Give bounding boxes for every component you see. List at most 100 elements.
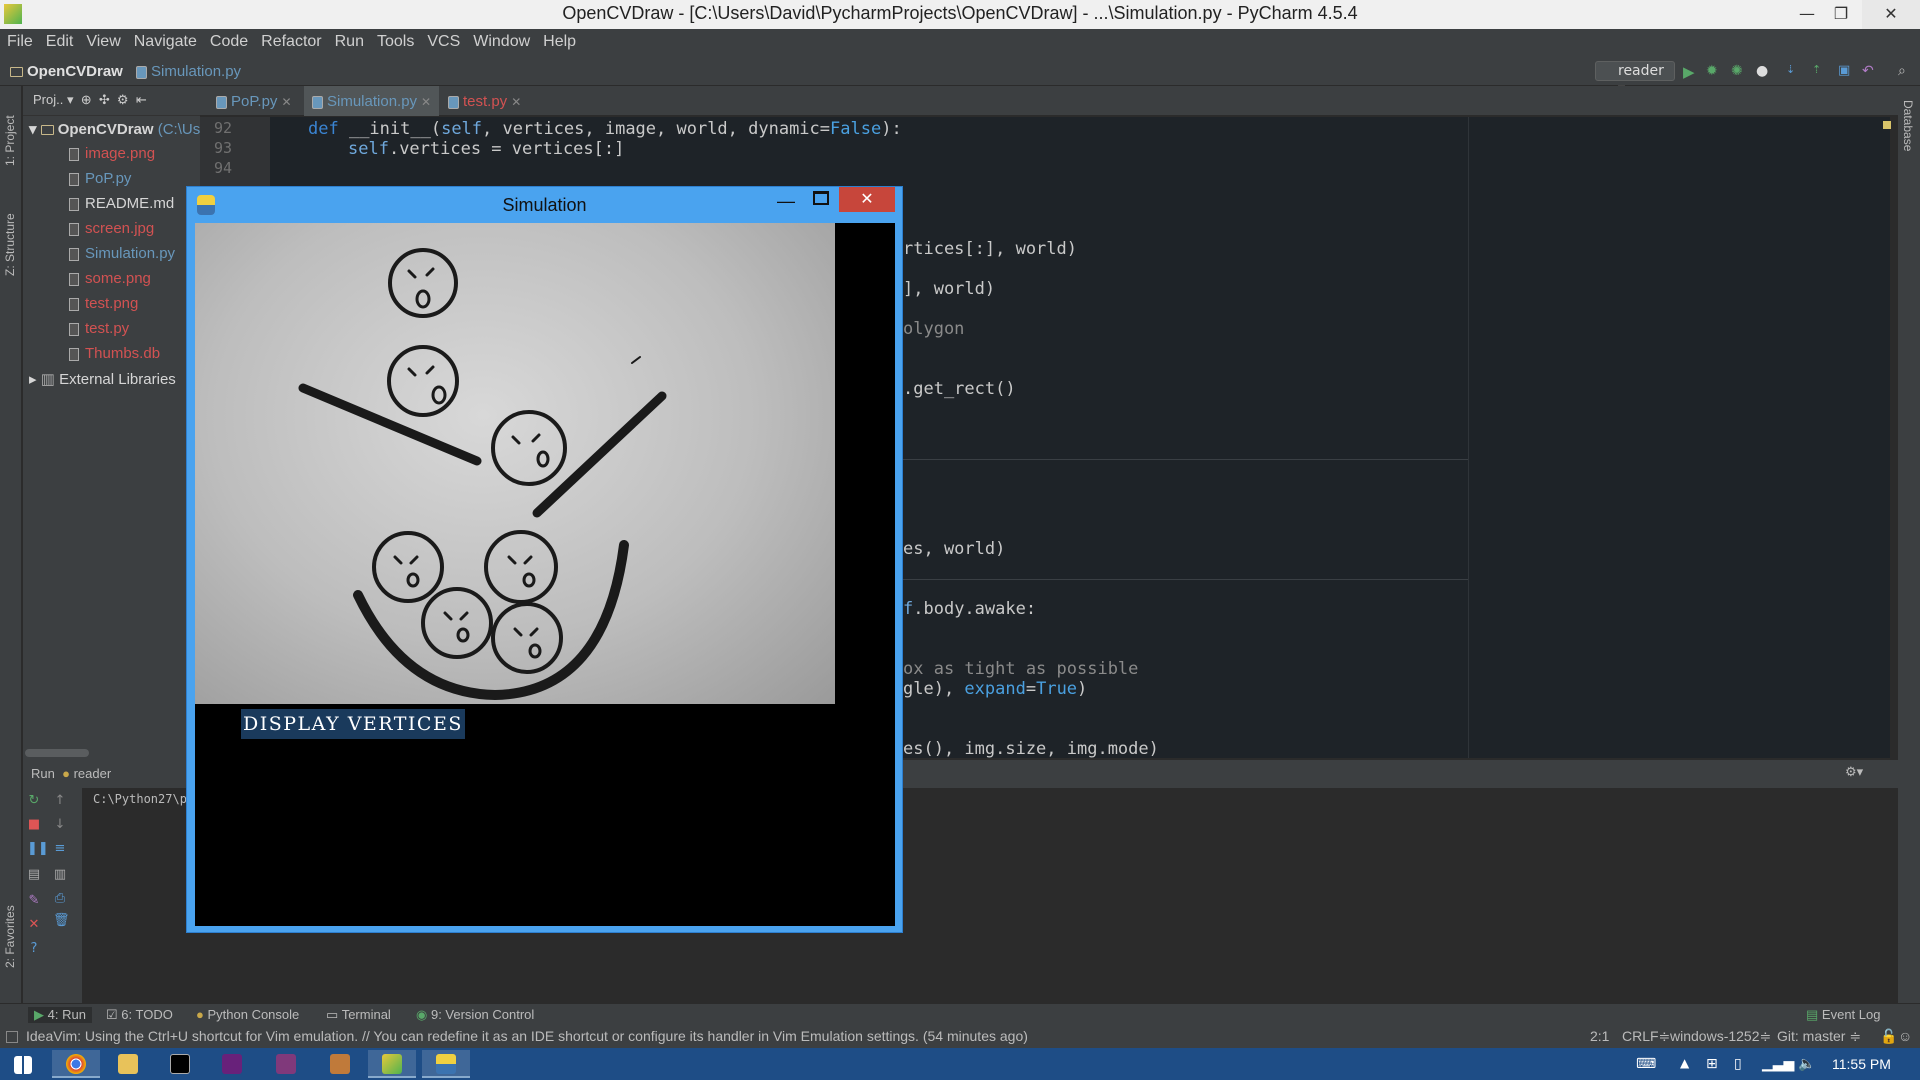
volume-icon[interactable]: 🔈 — [1798, 1056, 1815, 1072]
tree-file[interactable]: some.png — [69, 270, 151, 287]
close-icon[interactable]: ✕ — [511, 95, 521, 109]
horizontal-scrollbar[interactable] — [25, 749, 89, 757]
taskbar-pycharm[interactable] — [368, 1050, 416, 1078]
git-branch[interactable]: Git: master ≑ — [1777, 1028, 1861, 1045]
menu-code[interactable]: Code — [203, 29, 254, 51]
run-tool-button[interactable]: ▶ 4: Run — [28, 1007, 92, 1023]
project-view-select[interactable]: Proj.. — [33, 92, 63, 107]
python-console-tool-button[interactable]: ● Python Console — [196, 1007, 299, 1022]
menu-edit[interactable]: Edit — [39, 29, 80, 51]
simulation-close-button[interactable]: ✕ — [839, 187, 895, 212]
tray-windows-icon[interactable]: ⊞ — [1706, 1056, 1718, 1072]
close-icon[interactable]: ✕ — [27, 918, 41, 932]
todo-tool-button[interactable]: ☑ 6: TODO — [106, 1007, 173, 1023]
pin-icon[interactable]: ✎ — [27, 894, 41, 908]
vcs-compare-icon[interactable]: ▣ — [1838, 63, 1854, 79]
down-icon[interactable]: ↓ — [53, 818, 67, 832]
close-icon[interactable]: ✕ — [281, 95, 291, 109]
menu-file[interactable]: File — [0, 29, 39, 51]
taskbar-cmd[interactable] — [156, 1050, 204, 1078]
tree-file[interactable]: README.md — [69, 195, 174, 212]
run-icon[interactable]: ▶ — [1683, 63, 1699, 81]
vcs-commit-icon[interactable]: ⇡ — [1812, 63, 1828, 79]
print-icon[interactable]: ⎙ — [53, 892, 67, 906]
rerun-icon[interactable]: ↻ — [27, 794, 41, 808]
tree-file[interactable]: Simulation.py — [69, 245, 175, 262]
menu-view[interactable]: View — [79, 29, 126, 51]
tree-file[interactable]: screen.jpg — [69, 220, 154, 237]
taskbar-python[interactable] — [422, 1050, 470, 1078]
battery-icon[interactable]: ▯ — [1734, 1056, 1742, 1072]
pause-icon[interactable]: ❚❚ — [27, 842, 49, 856]
run-config-select[interactable]: reader ▾ — [1595, 61, 1675, 97]
menu-refactor[interactable]: Refactor — [254, 29, 327, 51]
tree-file[interactable]: image.png — [69, 145, 155, 162]
taskbar-visual-studio[interactable] — [208, 1050, 256, 1078]
project-tool-button[interactable]: 1: Project — [3, 115, 17, 166]
help-icon[interactable]: ? — [27, 942, 41, 956]
keyboard-icon[interactable]: ⌨ — [1636, 1056, 1656, 1072]
tree-external-libraries[interactable]: ▸ ▥ External Libraries — [29, 370, 176, 388]
menu-navigate[interactable]: Navigate — [127, 29, 203, 51]
coverage-icon[interactable]: ✺ — [1731, 63, 1747, 79]
taskbar-onenote[interactable] — [262, 1050, 310, 1078]
start-button[interactable] — [0, 1050, 46, 1078]
profile-icon[interactable]: ● — [1756, 63, 1772, 79]
taskbar-app[interactable] — [316, 1050, 364, 1078]
simulation-maximize-button[interactable] — [813, 191, 829, 205]
file-encoding[interactable]: windows-1252≑ — [1670, 1028, 1771, 1045]
database-tool-button[interactable]: Database — [1901, 100, 1915, 151]
debug-icon[interactable]: ✹ — [1706, 63, 1722, 79]
soft-wrap-icon[interactable]: ≡ — [53, 842, 67, 856]
clock[interactable]: 11:55 PM — [1832, 1056, 1891, 1072]
breadcrumb-project[interactable]: OpenCVDraw — [10, 63, 123, 80]
tree-file[interactable]: test.png — [69, 295, 138, 312]
lock-icon[interactable]: 🔓 — [1880, 1028, 1897, 1045]
menu-tools[interactable]: Tools — [370, 29, 420, 51]
settings-gear-icon[interactable]: ⚙▾ — [1845, 764, 1863, 780]
taskbar-chrome[interactable] — [52, 1050, 100, 1078]
favorites-tool-button[interactable]: 2: Favorites — [3, 905, 17, 968]
inspector-icon[interactable]: ☺ — [1898, 1028, 1912, 1044]
structure-tool-button[interactable]: Z: Structure — [3, 213, 17, 276]
scroll-end-icon[interactable]: ▥ — [53, 868, 67, 882]
maximize-button[interactable]: ❐ — [1818, 0, 1864, 29]
tab-pop[interactable]: PoP.py ✕ — [208, 86, 300, 116]
taskbar-explorer[interactable] — [104, 1050, 152, 1078]
terminal-tool-button[interactable]: ▭ Terminal — [326, 1007, 391, 1023]
close-button[interactable]: ✕ — [1862, 0, 1920, 29]
simulation-canvas[interactable]: DISPLAY VERTICES — [195, 223, 895, 926]
dump-threads-icon[interactable]: ▤ — [27, 868, 41, 882]
run-config-tab[interactable]: reader — [74, 766, 112, 781]
stop-icon[interactable]: ■ — [27, 818, 41, 832]
event-log-tool-button[interactable]: ▤ Event Log — [1806, 1007, 1880, 1023]
search-icon[interactable]: ⌕ — [1898, 63, 1914, 79]
tree-file[interactable]: Thumbs.db — [69, 345, 160, 362]
up-icon[interactable]: ↑ — [53, 794, 67, 808]
tray-expand-icon[interactable]: ▲ — [1680, 1056, 1689, 1070]
revert-icon[interactable]: ↶ — [1862, 63, 1878, 79]
file-icon — [69, 297, 79, 311]
breadcrumb-file[interactable]: Simulation.py — [136, 63, 241, 80]
menu-run[interactable]: Run — [328, 29, 370, 51]
tree-file[interactable]: test.py — [69, 320, 129, 337]
simulation-minimize-button[interactable]: — — [777, 191, 795, 212]
tree-root[interactable]: ▾ OpenCVDraw (C:\Us — [29, 120, 200, 138]
caret-position[interactable]: 2:1 — [1590, 1028, 1609, 1044]
close-icon[interactable]: ✕ — [421, 95, 431, 109]
menu-vcs[interactable]: VCS — [420, 29, 466, 51]
menu-window[interactable]: Window — [466, 29, 536, 51]
network-icon[interactable]: ▁▃▅ — [1762, 1056, 1794, 1072]
menu-help[interactable]: Help — [536, 29, 582, 51]
status-message[interactable]: IdeaVim: Using the Ctrl+U shortcut for V… — [26, 1028, 1028, 1044]
tool-windows-toggle-icon[interactable] — [6, 1031, 18, 1043]
tree-file[interactable]: PoP.py — [69, 170, 131, 187]
tab-simulation[interactable]: Simulation.py ✕ — [304, 86, 440, 116]
trash-icon[interactable]: 🗑 — [53, 914, 70, 928]
vcs-update-icon[interactable]: ⇣ — [1786, 63, 1802, 79]
version-control-tool-button[interactable]: ◉ 9: Version Control — [416, 1007, 534, 1023]
inspection-indicator[interactable] — [1883, 121, 1891, 129]
display-vertices-button[interactable]: DISPLAY VERTICES — [241, 709, 465, 739]
line-separator[interactable]: CRLF≑ — [1622, 1028, 1670, 1045]
tab-test[interactable]: test.py ✕ — [440, 86, 529, 116]
